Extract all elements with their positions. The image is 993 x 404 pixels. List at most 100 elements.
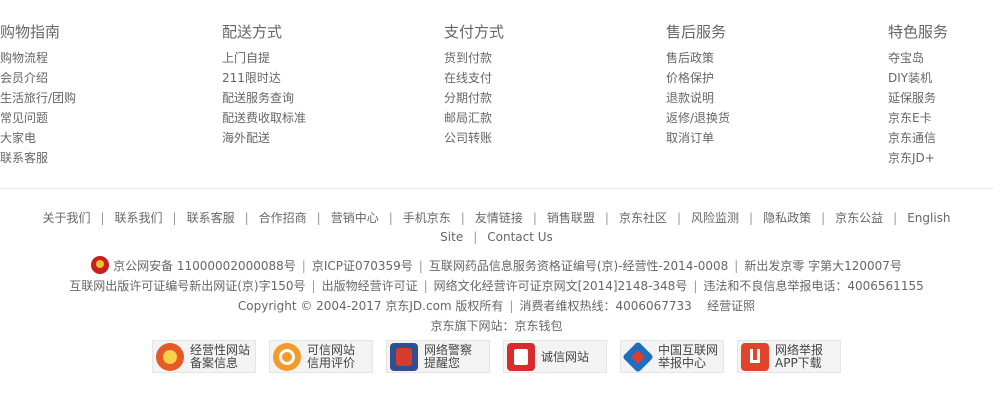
list-item[interactable]: 邮局汇款 [444,108,504,128]
link-english-site-cont[interactable]: Site [440,230,463,244]
info-line: 京东旗下网站：京东钱包 [0,316,993,336]
help-link[interactable]: 分期付款 [444,91,492,105]
link-english-site[interactable]: English [907,211,950,225]
cert-report-app[interactable]: 网络举报 APP下载 [737,340,841,373]
info-link[interactable]: 京公网安备 11000002000088号 [113,259,296,273]
info-link[interactable]: 互联网药品信息服务资格证编号(京)-经营性-2014-0008 [429,259,728,273]
footer-info: 京公网安备 11000002000088号 | 京ICP证070359号 | 互联网药品… [0,256,993,336]
subsites-link[interactable]: 京东旗下网站：京东钱包 [430,319,562,333]
cert-business-website[interactable]: 经营性网站 备案信息 [152,340,256,373]
cert-cyber-police[interactable]: 网络警察 提醒您 [386,340,490,373]
link-jd-charity[interactable]: 京东公益 [835,211,883,225]
separator: | [676,211,682,225]
list-item[interactable]: 返修/退换货 [666,108,730,128]
list-item[interactable]: 在线支付 [444,68,504,88]
list-item[interactable]: 联系客服 [0,148,76,168]
help-link[interactable]: 京东JD+ [888,151,935,165]
help-link[interactable]: 生活旅行/团购 [0,91,76,105]
link-contact-us[interactable]: 联系我们 [115,211,163,225]
list-item[interactable]: 配送服务查询 [222,88,306,108]
list-item[interactable]: 取消订单 [666,128,730,148]
info-link[interactable]: 互联网出版许可证编号新出网证(京)字150号 [69,279,305,293]
help-link[interactable]: 配送服务查询 [222,91,294,105]
list-item[interactable]: 公司转账 [444,128,504,148]
help-link[interactable]: 常见问题 [0,111,48,125]
link-friend-links[interactable]: 友情链接 [475,211,523,225]
list-item[interactable]: 海外配送 [222,128,306,148]
cert-label: 举报中心 [658,355,707,370]
help-column-after-sales: 售后服务 售后政策 价格保护 退款说明 返修/退换货 取消订单 [666,20,730,148]
info-line: 互联网出版许可证编号新出网证(京)字150号 | 出版物经营许可证 | 网络文化经营许可… [0,276,993,296]
list-item[interactable]: 分期付款 [444,88,504,108]
help-link[interactable]: 会员介绍 [0,71,48,85]
help-link[interactable]: 京东E卡 [888,111,932,125]
list-item[interactable]: 售后政策 [666,48,730,68]
list-item[interactable]: 211限时达 [222,68,306,88]
help-link[interactable]: 邮局汇款 [444,111,492,125]
link-marketing-center[interactable]: 营销中心 [331,211,379,225]
link-privacy-policy[interactable]: 隐私政策 [763,211,811,225]
help-section: 购物指南 购物流程 会员介绍 生活旅行/团购 常见问题 大家电 联系客服 配送方… [0,0,993,190]
list-item[interactable]: 退款说明 [666,88,730,108]
help-link[interactable]: 返修/退换货 [666,111,730,125]
info-link[interactable]: 京ICP证070359号 [312,259,413,273]
link-partnership[interactable]: 合作招商 [259,211,307,225]
list-item[interactable]: 大家电 [0,128,76,148]
cert-trusted-website[interactable]: 可信网站 信用评价 [269,340,373,373]
link-jd-community[interactable]: 京东社区 [619,211,667,225]
help-link[interactable]: 海外配送 [222,131,270,145]
help-link[interactable]: 延保服务 [888,91,936,105]
list-item[interactable]: 京东E卡 [888,108,948,128]
list-item[interactable]: 上门自提 [222,48,306,68]
help-link[interactable]: 上门自提 [222,51,270,65]
help-link[interactable]: DIY装机 [888,71,932,85]
link-about-us[interactable]: 关于我们 [42,211,90,225]
info-link[interactable]: 新出发京零 字第大120007号 [744,259,902,273]
help-link[interactable]: 退款说明 [666,91,714,105]
separator: | [460,211,465,225]
cert-integrity-website[interactable]: 诚信网站 [503,340,607,373]
info-link[interactable]: 违法和不良信息举报电话：4006561155 [703,279,923,293]
link-sales-alliance[interactable]: 销售联盟 [547,211,595,225]
police-officer-icon [390,342,418,371]
public-security-badge-icon [91,256,110,274]
list-item[interactable]: 生活旅行/团购 [0,88,76,108]
help-link[interactable]: 购物流程 [0,51,48,65]
list-item[interactable]: 货到付款 [444,48,504,68]
help-link[interactable]: 211限时达 [222,71,281,85]
info-link[interactable]: 出版物经营许可证 [322,279,418,293]
help-link[interactable]: 配送费收取标准 [222,111,306,125]
footer-links-row: Site | Contact Us [0,228,993,247]
list-item[interactable]: 会员介绍 [0,68,76,88]
help-link[interactable]: 夺宝岛 [888,51,924,65]
info-link[interactable]: 网络文化经营许可证京网文[2014]2148-348号 [434,279,688,293]
cert-report-center[interactable]: 中国互联网 举报中心 [620,340,724,373]
list-item[interactable]: 价格保护 [666,68,730,88]
link-contact-service[interactable]: 联系客服 [187,211,235,225]
help-link[interactable]: 价格保护 [666,71,714,85]
link-mobile-jd[interactable]: 手机京东 [403,211,451,225]
help-link[interactable]: 在线支付 [444,71,492,85]
help-link[interactable]: 联系客服 [0,151,48,165]
separator: | [172,211,177,225]
help-link[interactable]: 京东通信 [888,131,936,145]
help-link[interactable]: 取消订单 [666,131,714,145]
list-item[interactable]: 配送费收取标准 [222,108,306,128]
cert-label: 中国互联网 [658,342,719,357]
help-link[interactable]: 货到付款 [444,51,492,65]
help-link[interactable]: 公司转账 [444,131,492,145]
list-item[interactable]: 京东通信 [888,128,948,148]
business-license-link[interactable]: 经营证照 [707,299,755,313]
list-item[interactable]: DIY装机 [888,68,948,88]
list-item[interactable]: 延保服务 [888,88,948,108]
list-item[interactable]: 常见问题 [0,108,76,128]
separator: | [604,211,609,225]
link-risk-monitoring[interactable]: 风险监测 [691,211,739,225]
list-item[interactable]: 京东JD+ [888,148,948,168]
list-item[interactable]: 夺宝岛 [888,48,948,68]
help-link[interactable]: 大家电 [0,131,36,145]
list-item[interactable]: 购物流程 [0,48,76,68]
link-contact-us-en[interactable]: Contact Us [487,230,553,244]
help-link[interactable]: 售后政策 [666,51,714,65]
separator: | [749,211,754,225]
